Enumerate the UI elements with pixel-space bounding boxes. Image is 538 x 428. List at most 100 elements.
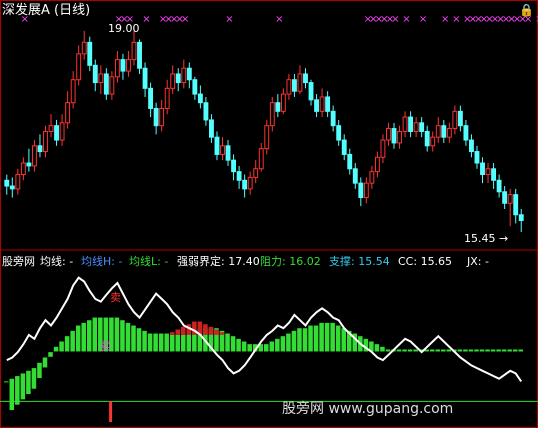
- legend-item: 均线: -: [40, 254, 73, 268]
- stock-chart: 深发展A (日线) 🔒 × ××× × ××××× × × ×××××× × × × × ××××××…: [0, 0, 538, 428]
- candle-body: [363, 182, 369, 199]
- legend-item: 支撑: 15.54: [329, 254, 390, 268]
- green-band-bar: [26, 370, 31, 395]
- red-band-bar: [169, 332, 175, 335]
- candle-body: [48, 125, 54, 132]
- signal-x-marker: ×: [142, 14, 150, 25]
- candle-body: [463, 125, 469, 141]
- candle-body: [159, 107, 165, 127]
- candle-body: [419, 122, 425, 132]
- candle-body: [242, 179, 248, 190]
- candle-body: [231, 159, 237, 173]
- signal-x-marker: ×: [441, 14, 449, 25]
- green-band-bar: [114, 317, 120, 352]
- candle-body: [291, 79, 297, 92]
- candle-body: [109, 76, 115, 95]
- candle-body: [369, 171, 375, 184]
- green-band-bar: [501, 349, 507, 352]
- candle-body: [59, 122, 65, 141]
- watermark-text: 股旁网 www.gupang.com: [282, 400, 453, 417]
- green-band-bar: [64, 336, 70, 352]
- green-band-bar: [407, 349, 413, 352]
- candle-body: [31, 145, 37, 167]
- green-band-bar: [335, 325, 341, 352]
- green-band-bar: [153, 333, 158, 352]
- candle-body: [297, 73, 303, 92]
- legend-item: 强弱界定: 17.40: [177, 254, 260, 268]
- green-band-bar: [479, 349, 485, 352]
- green-band-bar: [131, 325, 136, 352]
- green-band-bar: [42, 357, 48, 368]
- chart-title: 深发展A (日线): [2, 2, 90, 18]
- candle-body: [214, 136, 220, 155]
- red-band-bar: [214, 329, 219, 335]
- green-band-bar: [441, 349, 446, 352]
- green-band-bar: [496, 349, 501, 352]
- candle-body: [170, 73, 176, 89]
- candle-body: [87, 41, 93, 66]
- green-band-bar: [275, 338, 280, 352]
- candle-body: [209, 119, 214, 138]
- candle-body: [347, 153, 353, 170]
- candle-body: [518, 214, 524, 222]
- legend-item: JX: -: [466, 255, 489, 268]
- red-band-bar: [181, 326, 186, 335]
- candle-body: [485, 168, 491, 176]
- candle-body: [330, 110, 336, 127]
- green-band-bar: [15, 376, 20, 405]
- green-band-bar: [302, 328, 308, 352]
- green-band-bar: [324, 322, 330, 352]
- signal-x-marker: ×: [402, 14, 410, 25]
- legend-item: 阻力: 16.02: [260, 255, 321, 268]
- candle-body: [502, 191, 508, 204]
- green-band-bar: [158, 333, 164, 352]
- candle-body: [26, 162, 32, 167]
- legend-item: CC: 15.65: [398, 255, 452, 268]
- candle-body: [424, 130, 430, 147]
- candle-body: [142, 67, 148, 89]
- green-band-bar: [4, 381, 9, 383]
- green-band-bar: [330, 322, 335, 352]
- candle-body: [341, 139, 347, 155]
- green-band-bar: [59, 341, 64, 352]
- candle-body: [280, 93, 286, 112]
- candle-body: [192, 79, 198, 95]
- candle-body: [114, 59, 120, 78]
- candle-body: [65, 102, 71, 124]
- green-band-bar: [241, 341, 247, 352]
- candle-body: [197, 93, 203, 104]
- candle-body: [380, 139, 386, 158]
- high-price-label: 19.00: [108, 22, 140, 35]
- green-band-bar: [457, 349, 463, 352]
- candle-body: [236, 171, 242, 181]
- candle-body: [386, 128, 391, 141]
- candle-body: [286, 79, 292, 95]
- green-band-bar: [75, 325, 81, 352]
- candle-body: [303, 73, 308, 84]
- candle-body: [480, 162, 485, 176]
- candle-body: [120, 59, 126, 72]
- candle-body: [164, 87, 170, 109]
- green-band-bar: [175, 334, 181, 352]
- candle-body: [397, 130, 402, 144]
- candle-body: [258, 148, 264, 170]
- candle-body: [175, 73, 181, 84]
- green-band-bar: [86, 320, 92, 352]
- signal-x-marker: ×: [452, 14, 460, 25]
- buy-signal-label: 买: [100, 340, 111, 353]
- green-band-bar: [31, 368, 37, 389]
- green-band-bar: [474, 349, 479, 352]
- candle-body: [275, 102, 281, 112]
- green-band-bar: [429, 349, 435, 352]
- red-band-bar: [208, 326, 214, 335]
- green-band-bar: [518, 349, 523, 352]
- candle-body: [70, 79, 76, 104]
- green-band-bar: [125, 322, 131, 352]
- signal-x-marker: ×: [21, 14, 29, 25]
- candle-body: [43, 130, 48, 153]
- green-band-bar: [374, 344, 380, 352]
- green-band-bar: [396, 349, 402, 352]
- candle-body: [54, 125, 59, 141]
- candle-body: [103, 73, 109, 95]
- green-band-bar: [380, 346, 385, 352]
